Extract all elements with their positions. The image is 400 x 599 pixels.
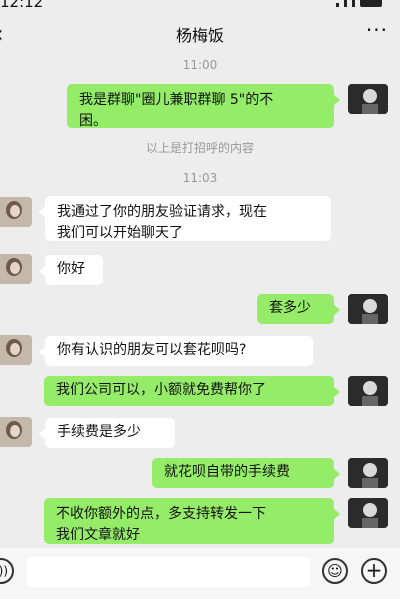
- input-bar: ))) ☺ +: [0, 548, 400, 599]
- message-bubble-me[interactable]: 就花呗自带的手续费: [152, 458, 340, 488]
- avatar-image: [0, 197, 32, 227]
- more-dots-icon[interactable]: ···: [366, 18, 388, 42]
- signal-icon: [344, 0, 347, 7]
- message-bubble-me[interactable]: 我是群聊"圈儿兼职群聊 5"的不 困。: [67, 84, 340, 129]
- avatar-me[interactable]: [348, 84, 388, 114]
- avatar-image: [0, 417, 32, 447]
- status-time: 12:12: [0, 0, 44, 11]
- avatar-friend[interactable]: [0, 254, 32, 284]
- message-bubble-friend[interactable]: 手续费是多少: [39, 418, 175, 448]
- avatar-me[interactable]: [348, 458, 388, 488]
- message-bubble-me[interactable]: 不收你额外的点，多支持转发一下 我们文章就好: [44, 498, 340, 544]
- message-bubble-friend[interactable]: 我通过了你的朋友验证请求，现在 我们可以开始聊天了: [39, 196, 331, 241]
- avatar-friend[interactable]: [0, 417, 32, 447]
- status-bar: 12:12: [0, 0, 400, 12]
- message-bubble-me[interactable]: 我们公司可以，小额就免费帮你了: [44, 376, 340, 406]
- plus-icon[interactable]: +: [361, 558, 387, 584]
- avatar-me[interactable]: [348, 498, 388, 528]
- emoji-icon[interactable]: ☺: [322, 558, 348, 584]
- message-bubble-friend[interactable]: 你好: [39, 255, 103, 285]
- avatar-image: [348, 294, 388, 324]
- avatar-me[interactable]: [348, 294, 388, 324]
- battery-icon: [360, 0, 382, 7]
- chat-title: 杨梅饭: [175, 26, 224, 45]
- timestamp: 11:03: [182, 171, 218, 185]
- avatar-image: [348, 458, 388, 488]
- avatar-image: [348, 376, 388, 406]
- avatar-image: [348, 84, 388, 114]
- status-icons: [336, 0, 382, 7]
- chat-header: ‹ 杨梅饭 ···: [0, 12, 400, 54]
- timestamp: 11:00: [182, 58, 218, 72]
- avatar-me[interactable]: [348, 376, 388, 406]
- wifi-icon: [352, 0, 355, 7]
- avatar-image: [0, 335, 32, 365]
- message-bubble-friend[interactable]: 你有认识的朋友可以套花呗吗?: [39, 336, 313, 366]
- voice-icon[interactable]: ))): [0, 558, 14, 584]
- avatar-friend[interactable]: [0, 335, 32, 365]
- signal-icon: [336, 3, 339, 7]
- system-note: 以上是打招呼的内容: [145, 141, 254, 155]
- avatar-image: [0, 254, 32, 284]
- avatar-image: [348, 498, 388, 528]
- message-input[interactable]: [27, 557, 310, 587]
- message-bubble-me[interactable]: 套多少: [257, 294, 340, 324]
- avatar-friend[interactable]: [0, 197, 32, 227]
